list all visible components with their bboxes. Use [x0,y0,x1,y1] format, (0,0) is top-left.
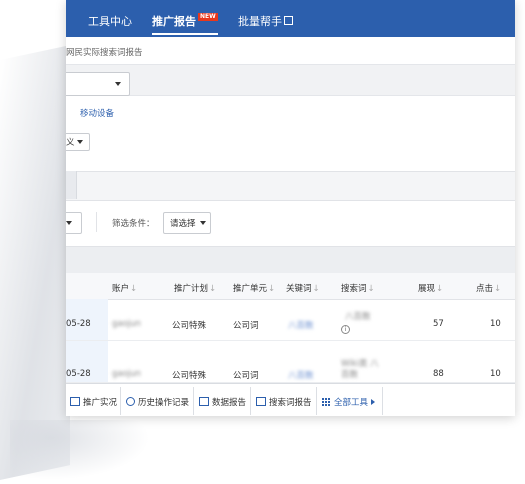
table-header: 账户↓ 推广计划↓ 推广单元↓ 关键词↓ 搜索词↓ 展现↓ 点击↓ [66,273,515,300]
cell-unit: 公司词 [233,321,259,331]
match-select-value: 义 [66,138,75,148]
column-header-account-label: 账户 [112,284,130,294]
section-band-cell [66,171,77,199]
sort-arrow-icon: ↓ [209,284,217,294]
column-header-keyword-label: 关键词 [286,284,312,294]
tool-promotion-status[interactable]: 推广实况 [70,396,117,408]
sort-arrow-icon: ↓ [268,284,276,294]
cell-search-term: Wiki类 八百数 [341,359,379,380]
nav-tools-center[interactable]: 工具中心 [88,13,132,29]
decorative-shadow-bottom [10,420,150,480]
new-badge: NEW [198,13,218,21]
external-link-icon [284,16,293,25]
sort-arrow-icon: ↓ [130,284,138,294]
app-window: 工具中心 推广报告 NEW 批量帮手 网民实际搜索词报告 移动设备 义 筛选条件：… [66,0,515,416]
cell-impressions: 57 [433,319,444,329]
column-header-clicks-label: 点击 [476,284,494,294]
arrow-right-icon [371,399,376,405]
bottom-toolbar: 推广实况 历史操作记录 数据报告 搜索词报告 全部工具 [66,383,515,416]
cell-keyword-link[interactable]: 八百数 [288,319,314,331]
column-header-search-term[interactable]: 搜索词↓ [341,282,375,294]
search-report-icon [256,397,266,406]
chevron-down-icon [200,221,206,225]
tool-data-report-label: 数据报告 [212,398,247,408]
column-header-impressions-label: 展现 [418,284,436,294]
table-row: 05-28 gaojun 公司特殊 公司词 八百数 Wiki类 八百数 88 1… [66,341,515,383]
chevron-down-icon [115,82,121,86]
time-select[interactable] [66,212,82,234]
toolbar-divider [316,387,317,415]
cell-date: 05-28 [66,319,91,329]
tool-all-tools[interactable]: 全部工具 [322,396,376,408]
filter-condition-value: 请选择 [170,219,196,229]
sort-arrow-icon: ↓ [367,284,375,294]
table-toolbar-band [66,246,515,273]
chevron-down-icon [66,221,72,225]
report-description: 网民实际搜索词报告 [66,48,143,58]
nav-promotion-report-label: 推广报告 [152,15,196,28]
filter-divider [96,212,97,232]
cell-unit: 公司词 [233,371,259,381]
chevron-down-icon [77,140,83,144]
nav-promotion-report[interactable]: 推广报告 NEW [152,13,218,35]
column-header-impressions[interactable]: 展现↓ [418,282,443,294]
column-header-unit[interactable]: 推广单元↓ [233,282,275,294]
cell-account: gaojun [112,369,141,379]
cell-date: 05-28 [66,369,91,379]
column-header-unit-label: 推广单元 [233,284,268,294]
nav-batch-helper[interactable]: 批量帮手 [238,13,293,29]
column-header-plan-label: 推广计划 [174,284,209,294]
cell-clicks: 10 [490,319,501,329]
tool-promotion-status-label: 推广实况 [83,398,118,408]
cell-search-term: 八百数 [345,312,371,322]
cell-keyword-link[interactable]: 八百数 [288,369,314,381]
tool-all-tools-label: 全部工具 [334,398,369,408]
column-header-search-term-label: 搜索词 [341,284,367,294]
tool-history[interactable]: 历史操作记录 [126,396,189,408]
grid-icon [322,398,331,406]
column-header-plan[interactable]: 推广计划↓ [174,282,216,294]
info-icon[interactable]: i [341,324,350,334]
filter-condition-select[interactable]: 请选择 [163,212,211,234]
cell-clicks: 10 [490,369,501,379]
table-row: 05-28 gaojun 公司特殊 公司词 八百数 八百数 i 57 10 [66,299,515,341]
decorative-shadow [0,45,70,481]
cell-impressions: 88 [433,369,444,379]
nav-batch-helper-label: 批量帮手 [238,15,282,28]
tool-data-report[interactable]: 数据报告 [199,396,246,408]
toolbar-divider [193,387,194,415]
chart-icon [199,397,209,406]
toolbar-divider [120,387,121,415]
clock-icon [126,397,135,406]
filter-condition-label: 筛选条件： [112,219,155,229]
toolbar-divider [250,387,251,415]
section-band [66,171,515,201]
filter-band [66,64,515,96]
sort-arrow-icon: ↓ [436,284,444,294]
toolbar-divider [382,387,383,415]
cell-plan: 公司特殊 [172,371,207,381]
monitor-icon [70,397,80,406]
sort-arrow-icon: ↓ [312,284,320,294]
tool-history-label: 历史操作记录 [138,398,190,408]
column-header-account[interactable]: 账户↓ [112,282,137,294]
match-select[interactable]: 义 [66,133,90,151]
tool-search-term-report[interactable]: 搜索词报告 [256,396,312,408]
top-navigation: 工具中心 推广报告 NEW 批量帮手 [66,0,515,37]
cell-plan: 公司特殊 [172,321,207,331]
column-header-clicks[interactable]: 点击↓ [476,282,501,294]
sort-arrow-icon: ↓ [494,284,502,294]
account-select[interactable] [66,72,130,96]
tool-search-term-report-label: 搜索词报告 [269,398,312,408]
cell-account: gaojun [112,319,141,329]
mobile-device-link[interactable]: 移动设备 [80,107,114,119]
column-header-keyword[interactable]: 关键词↓ [286,282,320,294]
